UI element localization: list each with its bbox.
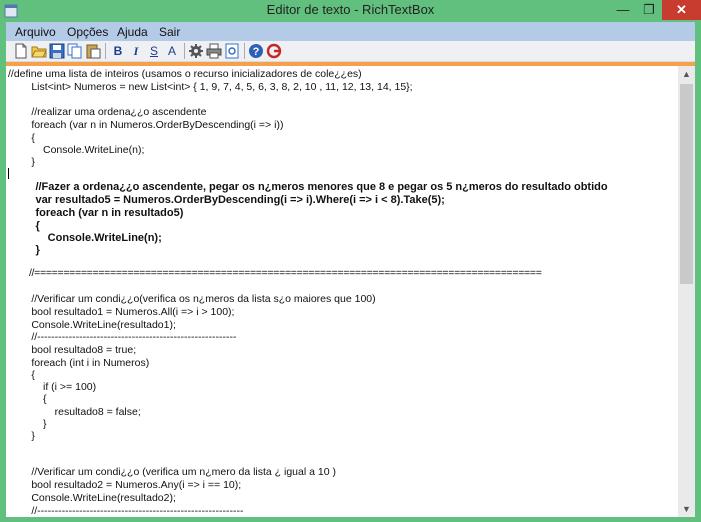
close-button[interactable]: ✕ xyxy=(662,0,701,20)
svg-text:?: ? xyxy=(253,46,260,58)
copy-icon[interactable] xyxy=(67,43,83,59)
settings-gear-icon[interactable] xyxy=(188,43,204,59)
font-size-button[interactable]: A xyxy=(164,43,180,59)
toolbar-separator xyxy=(184,43,185,59)
menu-bar: Arquivo Opções Ajuda Sair xyxy=(6,22,695,41)
code-line: List<int> Numeros = new List<int> { 1, 9… xyxy=(8,81,413,93)
code-line: //define uma lista de inteiros (usamos o… xyxy=(8,68,362,80)
new-file-icon[interactable] xyxy=(13,43,29,59)
scroll-thumb[interactable] xyxy=(680,84,693,284)
app-window: Editor de texto - RichTextBox — ❐ ✕ Arqu… xyxy=(0,0,701,522)
print-preview-icon[interactable] xyxy=(224,43,240,59)
scroll-up-arrow-icon[interactable]: ▲ xyxy=(678,66,695,82)
toolbar-separator xyxy=(105,43,106,59)
maximize-button[interactable]: ❐ xyxy=(636,0,662,20)
print-icon[interactable] xyxy=(206,43,222,59)
code-line: //--------------------------------------… xyxy=(8,505,244,517)
code-line: { xyxy=(8,393,47,405)
strike-button[interactable]: S xyxy=(146,43,162,59)
code-line: bool resultado2 = Numeros.Any(i => i == … xyxy=(8,479,242,491)
open-folder-icon[interactable] xyxy=(31,43,47,59)
scroll-down-arrow-icon[interactable]: ▼ xyxy=(678,501,695,517)
code-line: //======================================… xyxy=(8,267,542,279)
code-line-bold: } xyxy=(11,244,40,256)
text-cursor xyxy=(8,168,9,179)
code-line: //realizar uma ordena¿¿o ascendente xyxy=(8,106,207,118)
code-line-bold: //Fazer a ordena¿¿o ascendente, pegar os… xyxy=(11,181,608,193)
code-line: bool resultado1 = Numeros.All(i => i > 1… xyxy=(8,306,235,318)
menu-opcoes[interactable]: Opções xyxy=(67,25,108,39)
italic-button[interactable]: I xyxy=(128,43,144,59)
help-icon[interactable]: ? xyxy=(248,43,264,59)
menu-sair[interactable]: Sair xyxy=(159,25,180,39)
menu-arquivo[interactable]: Arquivo xyxy=(15,25,56,39)
code-line: //Verificar um condi¿¿o (verifica um n¿m… xyxy=(8,466,336,478)
code-line: Console.WriteLine(resultado2); xyxy=(8,492,176,504)
code-line-bold: var resultado5 = Numeros.OrderByDescendi… xyxy=(11,194,445,206)
exit-icon[interactable] xyxy=(266,43,282,59)
save-icon[interactable] xyxy=(49,43,65,59)
toolbar: B I S A ? xyxy=(6,41,695,62)
code-line: bool resultado8 = true; xyxy=(8,344,137,356)
bold-button[interactable]: B xyxy=(110,43,126,59)
code-line: foreach (var n in Numeros.OrderByDescend… xyxy=(8,119,284,131)
toolbar-separator xyxy=(244,43,245,59)
title-bar[interactable]: Editor de texto - RichTextBox — ❐ ✕ xyxy=(0,0,701,22)
code-line-bold: foreach (var n in resultado5) xyxy=(11,207,184,219)
code-line: } xyxy=(8,430,35,442)
rich-text-editor[interactable]: //define uma lista de inteiros (usamos o… xyxy=(6,66,678,517)
vertical-scrollbar[interactable]: ▲ ▼ xyxy=(678,66,695,517)
minimize-button[interactable]: — xyxy=(610,0,636,20)
paste-icon[interactable] xyxy=(85,43,101,59)
code-line: } xyxy=(8,156,35,168)
window-title: Editor de texto - RichTextBox xyxy=(266,2,435,17)
code-line: //--------------------------------------… xyxy=(8,331,237,343)
menu-ajuda[interactable]: Ajuda xyxy=(117,25,148,39)
code-line: //Verificar um condi¿¿o(verifica os n¿me… xyxy=(8,293,376,305)
